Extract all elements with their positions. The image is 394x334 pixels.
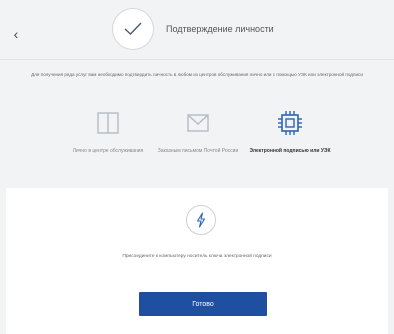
page-title: Подтверждение личности xyxy=(166,24,274,34)
page-header: Подтверждение личности xyxy=(112,8,274,50)
option-in-person[interactable]: Лично в центре обслуживания xyxy=(62,106,154,155)
book-icon xyxy=(97,112,119,134)
option-post[interactable]: Заказным письмом Почтой России xyxy=(152,106,244,155)
description-text: Для получения ряда услуг вам необходимо … xyxy=(31,72,363,77)
chip-icon xyxy=(278,111,302,135)
option-label: Электронной подписью или УЭК xyxy=(249,148,331,154)
envelope-icon xyxy=(187,114,209,132)
instruction-text: Присоедините к компьютеру носитель ключа… xyxy=(122,254,272,259)
lightning-icon xyxy=(186,205,216,235)
option-e-signature[interactable]: Электронной подписью или УЭК xyxy=(244,106,336,155)
option-label: Лично в центре обслуживания xyxy=(72,148,144,154)
option-label: Заказным письмом Почтой России xyxy=(157,148,239,154)
back-button[interactable]: ‹ xyxy=(8,26,24,42)
check-icon xyxy=(112,8,154,50)
done-button[interactable]: Готово xyxy=(139,292,267,316)
divider xyxy=(0,59,394,60)
signature-panel: Присоедините к компьютеру носитель ключа… xyxy=(6,188,388,334)
